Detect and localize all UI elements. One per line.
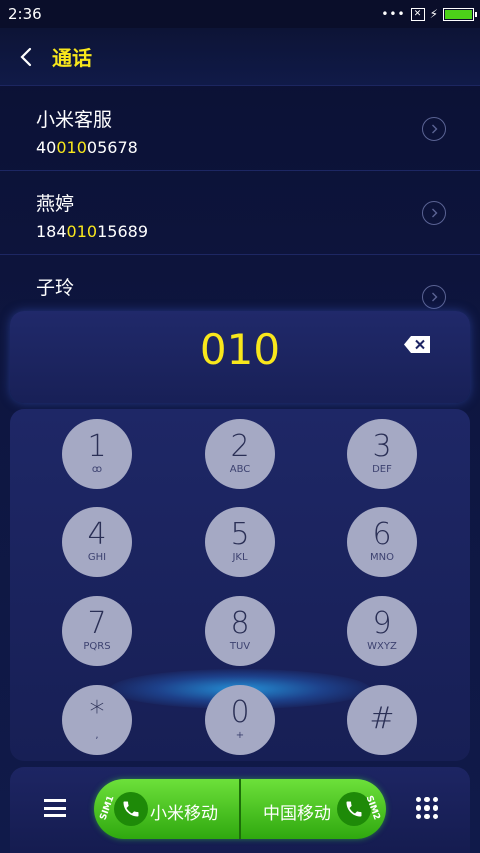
contact-row[interactable]: 燕婷 18401015689 bbox=[0, 171, 480, 255]
menu-icon[interactable] bbox=[44, 799, 66, 817]
key-9[interactable]: 9 WXYZ bbox=[347, 596, 417, 666]
call-sim1-button[interactable]: SIM1 小米移动 bbox=[94, 779, 239, 839]
key-1[interactable]: 1ꝏ bbox=[62, 419, 132, 489]
contact-name: 燕婷 bbox=[36, 193, 75, 215]
more-notifications-icon: ••• bbox=[381, 7, 406, 21]
key-8[interactable]: 8 TUV bbox=[205, 596, 275, 666]
contact-name: 小米客服 bbox=[36, 109, 113, 131]
key-7[interactable]: 7 PQRS bbox=[62, 596, 132, 666]
page-title: 通话 bbox=[52, 46, 92, 70]
contact-detail-button[interactable] bbox=[422, 117, 446, 141]
contact-number: 4001005678 bbox=[36, 138, 138, 157]
contact-row[interactable]: 子玲 bbox=[0, 255, 480, 312]
backspace-icon[interactable] bbox=[404, 336, 430, 353]
key-hash[interactable]: # bbox=[347, 685, 417, 755]
status-icons: ••• ✕ ⚡ bbox=[381, 7, 477, 21]
dialpad-grid-icon[interactable] bbox=[416, 797, 438, 819]
contact-detail-button[interactable] bbox=[422, 285, 446, 309]
key-0[interactable]: 0 + bbox=[205, 685, 275, 755]
chevron-right-icon bbox=[431, 208, 437, 218]
key-3[interactable]: 3 DEF bbox=[347, 419, 417, 489]
dialed-number-display: 010 bbox=[10, 311, 470, 403]
status-bar: 2:36 ••• ✕ ⚡ bbox=[0, 0, 480, 28]
dialpad: 1ꝏ 2 ABC 3 DEF 4 GHI 5 JKL 6 MNO 7 PQRS 8 TUV 9… bbox=[10, 409, 470, 761]
phone-icon bbox=[114, 792, 148, 826]
back-button[interactable] bbox=[0, 28, 52, 86]
key-4[interactable]: 4 GHI bbox=[62, 507, 132, 577]
call-buttons: SIM1 小米移动 中国移动 SIM2 bbox=[94, 779, 386, 839]
contact-results-list: 小米客服 4001005678 燕婷 18401015689 子玲 bbox=[0, 87, 480, 312]
sim1-label: 小米移动 bbox=[150, 804, 218, 824]
contact-number: 18401015689 bbox=[36, 222, 148, 241]
dialed-digits: 010 bbox=[199, 325, 281, 374]
app-header: 通话 bbox=[0, 28, 480, 86]
status-time: 2:36 bbox=[8, 5, 42, 23]
back-arrow-icon bbox=[20, 47, 32, 66]
charging-icon: ⚡ bbox=[429, 7, 438, 21]
contact-name: 子玲 bbox=[36, 277, 75, 299]
no-sim-icon: ✕ bbox=[410, 7, 425, 21]
key-2[interactable]: 2 ABC bbox=[205, 419, 275, 489]
battery-icon bbox=[443, 7, 477, 21]
sim2-label: 中国移动 bbox=[263, 804, 331, 824]
call-sim2-button[interactable]: 中国移动 SIM2 bbox=[239, 779, 386, 839]
contact-detail-button[interactable] bbox=[422, 201, 446, 225]
dialer-bottom-bar: SIM1 小米移动 中国移动 SIM2 bbox=[10, 767, 470, 853]
key-5[interactable]: 5 JKL bbox=[205, 507, 275, 577]
contact-row[interactable]: 小米客服 4001005678 bbox=[0, 87, 480, 171]
chevron-right-icon bbox=[431, 292, 437, 302]
chevron-right-icon bbox=[431, 124, 437, 134]
key-6[interactable]: 6 MNO bbox=[347, 507, 417, 577]
key-star[interactable]: *, bbox=[62, 685, 132, 755]
